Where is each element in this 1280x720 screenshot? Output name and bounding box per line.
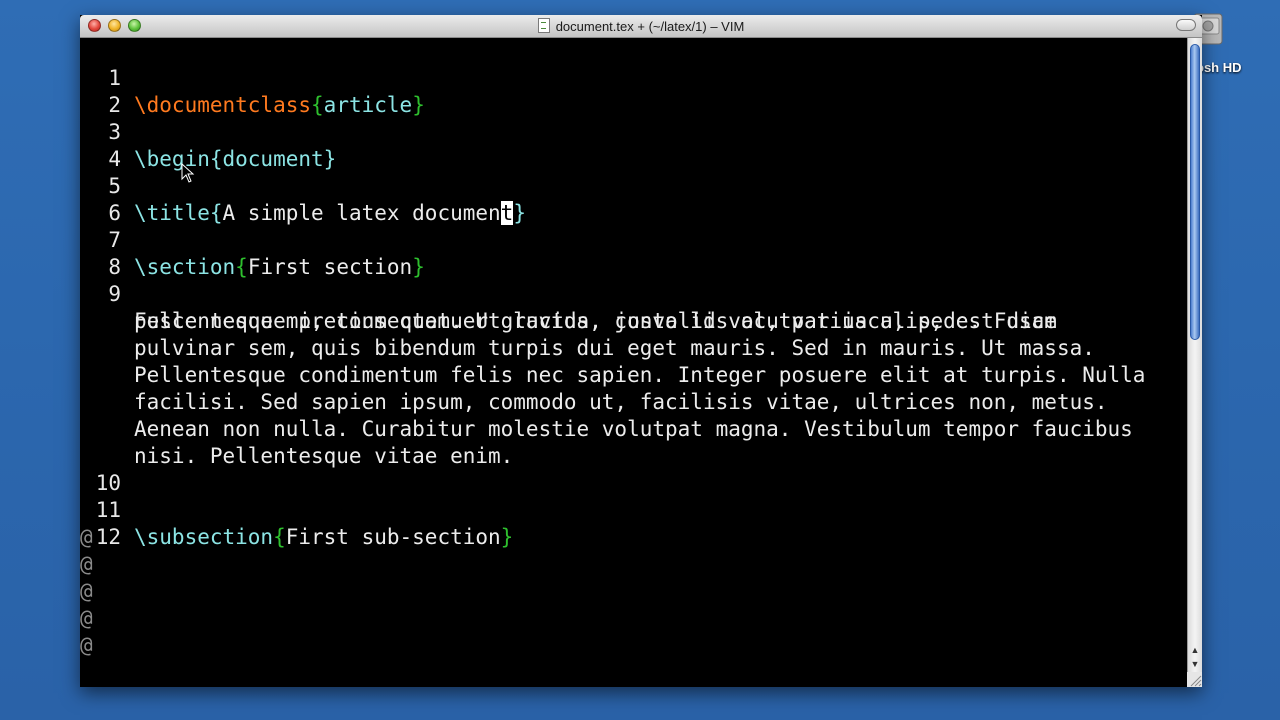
editor-line: 1 \documentclass{article} bbox=[80, 38, 425, 117]
resize-grip-icon[interactable] bbox=[1187, 672, 1202, 687]
command-argument: A simple latex documen bbox=[222, 201, 501, 225]
vertical-scrollbar[interactable]: ▲ ▼ bbox=[1187, 38, 1202, 687]
filler-marker: @ bbox=[80, 525, 93, 549]
command-argument: article bbox=[323, 93, 413, 117]
editor-line: 8 bbox=[80, 227, 156, 279]
editor-line: 7 \section{First section} bbox=[80, 200, 425, 279]
brace-open: { bbox=[273, 525, 286, 549]
editor-line-wrap: Pellentesque condimentum felis nec sapie… bbox=[80, 335, 1145, 387]
paragraph-line: Aenean non nulla. Curabitur molestie vol… bbox=[134, 417, 1133, 441]
brace-close: } bbox=[500, 525, 514, 549]
editor-line-wrap: pulvinar sem, quis bibendum turpis dui e… bbox=[80, 308, 1095, 360]
line-text: \begin{document} bbox=[134, 147, 337, 171]
editor-line: 6 bbox=[80, 173, 156, 225]
scroll-up-arrow-icon[interactable]: ▲ bbox=[1190, 644, 1200, 656]
toolbar-pill-button[interactable] bbox=[1176, 19, 1196, 31]
window-title: document.tex + (~/latex/1) – VIM bbox=[80, 18, 1202, 34]
paragraph-line: pulvinar sem, quis bibendum turpis dui e… bbox=[134, 336, 1095, 360]
editor-line-wrap: nisi. Pellentesque vitae enim. bbox=[80, 416, 513, 468]
paragraph-line: pellentesque pretium quam. Ut luctus, ju… bbox=[134, 309, 1057, 333]
editor-line: 5 \title{A simple latex document} bbox=[80, 146, 526, 225]
mouse-pointer-icon bbox=[181, 163, 195, 183]
paragraph-line: nisi. Pellentesque vitae enim. bbox=[134, 444, 514, 468]
editor-line-wrap: pellentesque pretium quam. Ut luctus, ju… bbox=[80, 281, 1057, 333]
command-argument: First sub-section bbox=[285, 525, 501, 549]
filler-marker: @ bbox=[80, 552, 93, 576]
brace-open: { bbox=[235, 255, 248, 279]
line-text: \title{A simple latex document} bbox=[134, 200, 526, 227]
filler-marker: @ bbox=[80, 579, 93, 603]
brace-close: } bbox=[412, 255, 425, 279]
scrollbar-thumb[interactable] bbox=[1190, 44, 1200, 340]
brace-open: { bbox=[311, 93, 324, 117]
latex-command: \documentclass bbox=[134, 93, 312, 117]
line-text: \subsection{First sub-section} bbox=[134, 524, 513, 551]
document-icon bbox=[537, 18, 550, 33]
hard-drive-label[interactable]: osh HD bbox=[1196, 60, 1242, 75]
line-text: \section{First section} bbox=[134, 254, 425, 281]
filler-marker: @ bbox=[80, 633, 93, 657]
editor-line: 10 bbox=[80, 443, 156, 495]
editor-line: 11 \subsection{First sub-section} bbox=[80, 470, 514, 549]
command-argument: First section bbox=[247, 255, 413, 279]
editor-line: 2 bbox=[80, 65, 156, 117]
paragraph-line: facilisi. Sed sapien ipsum, commodo ut, … bbox=[134, 390, 1108, 414]
brace-close: } bbox=[513, 201, 526, 225]
scroll-down-arrow-icon[interactable]: ▼ bbox=[1190, 658, 1200, 670]
brace-open: { bbox=[209, 201, 223, 225]
editor-line-wrap: facilisi. Sed sapien ipsum, commodo ut, … bbox=[80, 362, 1108, 414]
editor-line: 12 bbox=[80, 497, 156, 549]
brace-close: } bbox=[412, 93, 425, 117]
vim-window: document.tex + (~/latex/1) – VIM 1 \docu… bbox=[80, 15, 1202, 687]
editor-line: 4 bbox=[80, 119, 156, 171]
text-editor[interactable]: 1 \documentclass{article} 2 3 \begin{doc… bbox=[80, 38, 1187, 687]
line-text: \documentclass{article} bbox=[134, 92, 425, 119]
editor-line-wrap: Aenean non nulla. Curabitur molestie vol… bbox=[80, 389, 1133, 441]
title-bar[interactable]: document.tex + (~/latex/1) – VIM bbox=[80, 15, 1202, 38]
editor-line: 3 \begin{document} bbox=[80, 92, 336, 171]
paragraph-line: Pellentesque condimentum felis nec sapie… bbox=[134, 363, 1146, 387]
text-cursor: t bbox=[500, 201, 514, 225]
editor-line: 9 Fusce neque mi, consectetuer gravida, … bbox=[80, 254, 1057, 333]
filler-marker: @ bbox=[80, 606, 93, 630]
window-title-text: document.tex + (~/latex/1) – VIM bbox=[555, 19, 745, 34]
